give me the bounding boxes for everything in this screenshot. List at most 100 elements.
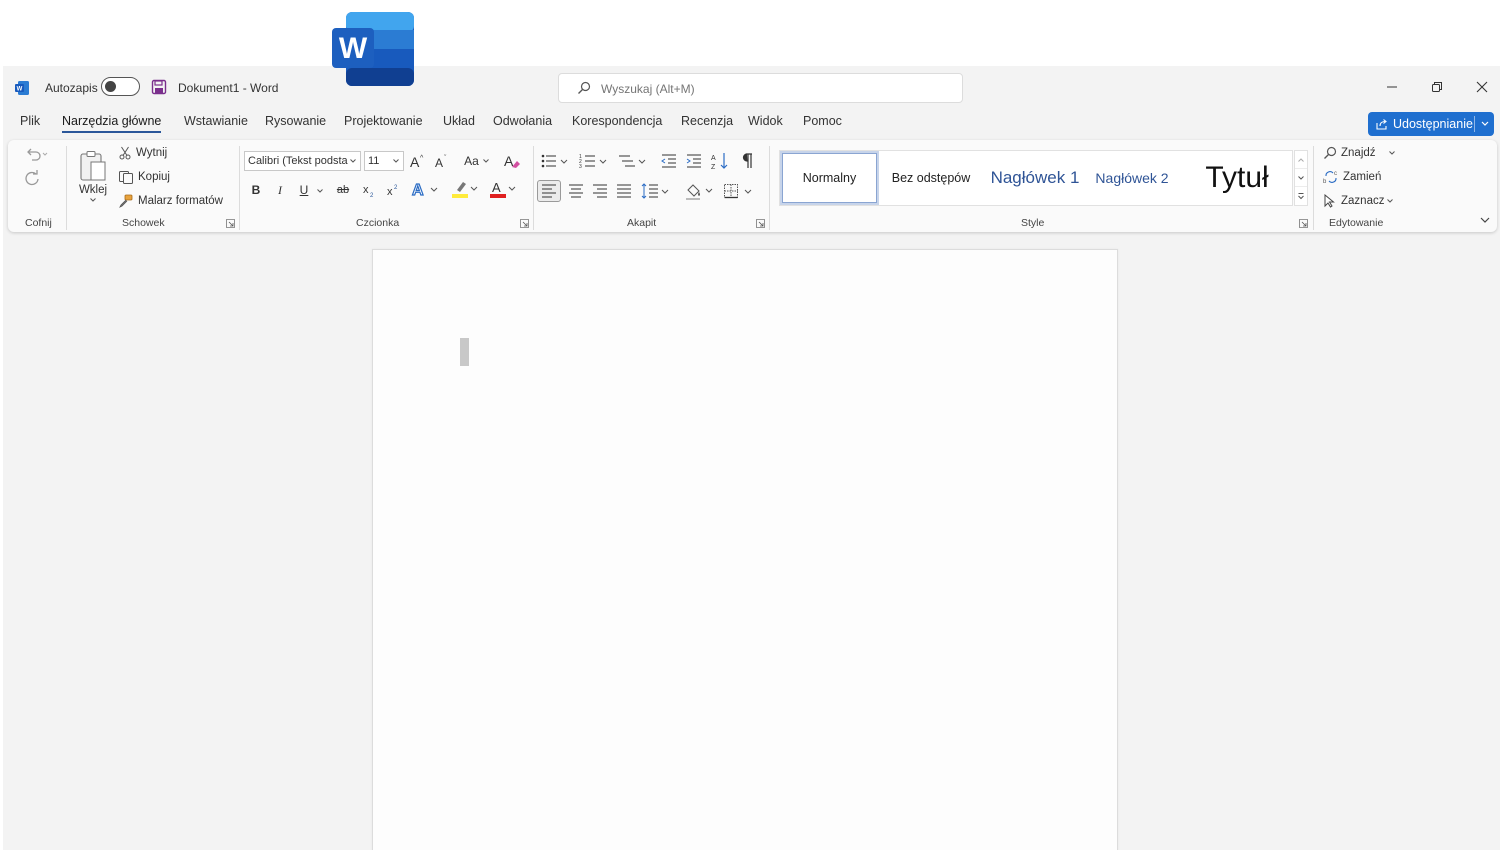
change-case-button[interactable]: Aa <box>460 151 494 171</box>
style-heading-1[interactable]: Nagłówek 1 <box>983 151 1087 205</box>
font-size-value: 11 <box>368 155 380 167</box>
replace-label: Zamień <box>1343 171 1382 183</box>
document-title: Dokument1 - Word <box>178 81 279 95</box>
dialog-launcher-icon[interactable] <box>1299 219 1308 228</box>
tab-home[interactable]: Narzędzia główne <box>62 114 162 133</box>
tab-draw[interactable]: Rysowanie <box>265 114 326 131</box>
svg-text:^: ^ <box>420 155 424 162</box>
highlight-color-button[interactable] <box>450 178 482 200</box>
style-normal[interactable]: Normalny <box>780 151 879 205</box>
tab-mailings[interactable]: Korespondencja <box>572 114 662 131</box>
styles-more[interactable] <box>1295 187 1307 205</box>
share-button[interactable]: Udostępnianie <box>1368 112 1494 136</box>
share-label: Udostępnianie <box>1393 117 1473 131</box>
multilevel-list-button[interactable] <box>617 150 649 172</box>
text-effects-button[interactable]: A <box>410 178 442 200</box>
tab-insert[interactable]: Wstawianie <box>184 114 248 131</box>
redo-icon <box>25 170 39 186</box>
borders-icon <box>724 184 752 199</box>
svg-text:b: b <box>1323 179 1327 184</box>
superscript-button[interactable]: x2 <box>383 180 403 200</box>
svg-text:A: A <box>492 180 501 195</box>
search-box[interactable] <box>558 73 963 103</box>
chevron-down-icon <box>1298 175 1304 180</box>
save-icon[interactable] <box>151 79 167 95</box>
underline-button[interactable]: U <box>296 180 312 200</box>
styles-scroll-up[interactable] <box>1295 151 1307 169</box>
tab-file[interactable]: Plik <box>20 114 40 131</box>
align-right-button[interactable] <box>588 180 612 202</box>
borders-button[interactable] <box>722 180 756 202</box>
shading-button[interactable] <box>683 180 717 202</box>
style-title[interactable]: Tytuł <box>1185 151 1289 205</box>
find-label: Znajdź <box>1341 147 1376 159</box>
share-separator <box>1474 116 1475 132</box>
paste-button[interactable]: Wklej <box>76 144 110 210</box>
find-button[interactable]: Znajdź <box>1323 146 1396 160</box>
font-name-dropdown[interactable]: Calibri (Tekst podsta <box>244 151 361 171</box>
decrease-indent-button[interactable] <box>658 150 680 172</box>
cut-button[interactable]: Wytnij <box>118 146 167 160</box>
dialog-launcher-icon[interactable] <box>756 219 765 228</box>
minimize-button[interactable] <box>1377 74 1407 100</box>
dialog-launcher-icon[interactable] <box>520 219 529 228</box>
styles-gallery: Normalny Bez odstępów Nagłówek 1 Nagłówe… <box>779 150 1293 206</box>
italic-button[interactable]: I <box>272 180 288 200</box>
bold-button[interactable]: B <box>248 180 264 200</box>
tab-layout[interactable]: Układ <box>443 114 475 131</box>
close-button[interactable] <box>1467 74 1497 100</box>
increase-indent-button[interactable] <box>683 150 705 172</box>
numbering-button[interactable]: 1 2 3 <box>578 150 610 172</box>
chevron-down-icon <box>393 159 399 163</box>
cut-label: Wytnij <box>136 147 168 159</box>
justify-button[interactable] <box>612 180 636 202</box>
chevron-down-icon[interactable] <box>316 187 324 195</box>
autosave-toggle[interactable] <box>101 77 140 96</box>
ribbon: Cofnij Wklej Wytnij Kopiuj Malarz format… <box>8 140 1497 232</box>
subscript-button[interactable]: x2 <box>359 180 379 200</box>
font-size-dropdown[interactable]: 11 <box>364 151 404 171</box>
svg-text:2: 2 <box>370 193 374 198</box>
line-spacing-button[interactable] <box>640 180 672 202</box>
restore-button[interactable] <box>1422 74 1452 100</box>
search-input[interactable] <box>601 79 951 99</box>
word-window: W Autozapis Dokument1 - Word Wyszukaj (A… <box>3 66 1500 850</box>
pilcrow-icon <box>742 153 752 168</box>
tab-review[interactable]: Recenzja <box>681 114 733 131</box>
tab-references[interactable]: Odwołania <box>493 114 552 131</box>
tab-design[interactable]: Projektowanie <box>344 114 423 131</box>
bullets-button[interactable] <box>539 150 571 172</box>
undo-button[interactable] <box>22 144 52 164</box>
svg-text:x: x <box>387 186 393 198</box>
show-formatting-button[interactable] <box>737 150 759 172</box>
tab-help[interactable]: Pomoc <box>803 114 842 131</box>
strikethrough-button[interactable]: ab <box>333 180 353 200</box>
document-page[interactable] <box>372 249 1118 850</box>
font-color-button[interactable]: A <box>488 178 520 200</box>
grow-font-button[interactable]: A ^ <box>408 150 428 172</box>
style-heading-2[interactable]: Nagłówek 2 <box>1089 151 1175 205</box>
tab-view[interactable]: Widok <box>748 114 783 131</box>
scissors-icon <box>119 146 131 160</box>
align-center-button[interactable] <box>564 180 588 202</box>
chevron-down-icon[interactable] <box>1479 117 1491 131</box>
svg-text:A: A <box>711 155 716 162</box>
clear-formatting-button[interactable]: A <box>501 150 523 172</box>
select-button[interactable]: Zaznacz <box>1323 194 1394 208</box>
chevron-down-icon <box>350 159 356 163</box>
style-no-spacing[interactable]: Bez odstępów <box>881 151 981 205</box>
sort-button[interactable]: A Z <box>709 150 731 172</box>
clear-formatting-icon: A <box>504 153 520 169</box>
replace-button[interactable]: b c Zamień <box>1323 170 1381 184</box>
align-left-button[interactable] <box>537 180 561 202</box>
paintbrush-icon <box>119 194 133 208</box>
svg-text:A: A <box>412 182 424 198</box>
dialog-launcher-icon[interactable] <box>226 219 235 228</box>
styles-scroll-down[interactable] <box>1295 169 1307 187</box>
redo-button[interactable] <box>22 168 42 188</box>
collapse-ribbon-icon[interactable] <box>1479 214 1491 226</box>
copy-button[interactable]: Kopiuj <box>118 170 170 184</box>
shrink-font-button[interactable]: Aˇ <box>432 150 452 172</box>
svg-text:c: c <box>1334 171 1337 177</box>
format-painter-button[interactable]: Malarz formatów <box>118 194 223 208</box>
